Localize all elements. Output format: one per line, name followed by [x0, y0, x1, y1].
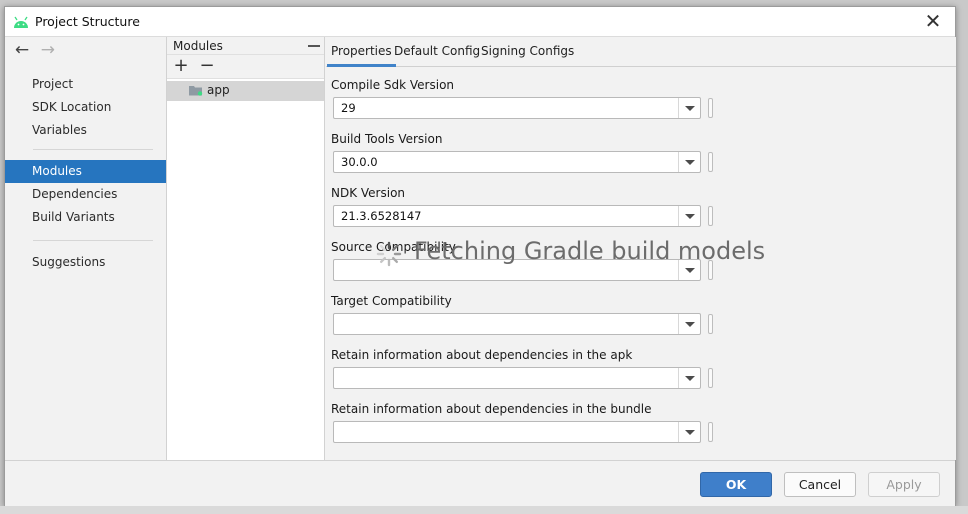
expression-toggle[interactable]: [708, 422, 713, 442]
sidebar-item-variables[interactable]: Variables: [5, 119, 166, 142]
chevron-down-icon[interactable]: [678, 422, 700, 442]
sidebar-item-modules[interactable]: Modules: [5, 160, 166, 183]
retain-bundle-combo[interactable]: [333, 421, 701, 443]
tab-default-config[interactable]: Default Config: [390, 43, 484, 67]
expression-toggle[interactable]: [708, 98, 713, 118]
sidebar: ← → Project SDK Location Variables Modul…: [5, 37, 167, 460]
retain-bundle-label: Retain information about dependencies in…: [331, 402, 652, 416]
dialog-footer: OK Cancel Apply: [5, 460, 955, 507]
chevron-down-icon[interactable]: [678, 368, 700, 388]
background-window-strip: [0, 506, 968, 514]
loading-text: Fetching Gradle build models: [414, 237, 766, 265]
ndk-version-combo[interactable]: 21.3.6528147: [333, 205, 701, 227]
forward-arrow-icon[interactable]: →: [37, 41, 59, 61]
retain-apk-combo[interactable]: [333, 367, 701, 389]
compile-sdk-combo[interactable]: 29: [333, 97, 701, 119]
modules-panel: Modules + − app: [167, 37, 325, 460]
target-compat-label: Target Compatibility: [331, 294, 452, 308]
minimize-icon[interactable]: [308, 45, 320, 47]
modules-title: Modules: [173, 39, 223, 53]
sidebar-item-sdk-location[interactable]: SDK Location: [5, 96, 166, 119]
chevron-down-icon[interactable]: [678, 206, 700, 226]
build-tools-combo[interactable]: 30.0.0: [333, 151, 701, 173]
sidebar-item-suggestions[interactable]: Suggestions: [5, 251, 166, 274]
tab-signing-configs[interactable]: Signing Configs: [477, 43, 578, 67]
module-item-app[interactable]: app: [167, 81, 324, 101]
combo-value: 30.0.0: [341, 155, 378, 169]
combo-value: 29: [341, 101, 356, 115]
add-module-icon[interactable]: +: [171, 57, 191, 77]
back-arrow-icon[interactable]: ←: [11, 41, 33, 61]
ndk-version-label: NDK Version: [331, 186, 406, 200]
apply-button[interactable]: Apply: [868, 472, 940, 497]
module-folder-icon: [189, 86, 203, 96]
retain-apk-label: Retain information about dependencies in…: [331, 348, 633, 362]
module-label: app: [207, 83, 230, 97]
project-structure-dialog: Project Structure ✕ ← → Project SDK Loca…: [4, 6, 956, 507]
ok-button[interactable]: OK: [700, 472, 772, 497]
sidebar-item-build-variants[interactable]: Build Variants: [5, 206, 166, 229]
sidebar-divider: [33, 240, 153, 241]
sidebar-divider: [33, 149, 153, 150]
expression-toggle[interactable]: [708, 368, 713, 388]
title-bar: Project Structure ✕: [5, 7, 955, 37]
spinner-icon: [376, 241, 402, 267]
android-icon: [14, 16, 28, 28]
build-tools-label: Build Tools Version: [331, 132, 443, 146]
window-title: Project Structure: [35, 14, 140, 29]
chevron-down-icon[interactable]: [678, 152, 700, 172]
expression-toggle[interactable]: [708, 152, 713, 172]
tab-bar: Properties Default Config Signing Config…: [326, 37, 956, 67]
expression-toggle[interactable]: [708, 314, 713, 334]
chevron-down-icon[interactable]: [678, 314, 700, 334]
target-compat-combo[interactable]: [333, 313, 701, 335]
remove-module-icon[interactable]: −: [197, 57, 217, 77]
combo-value: 21.3.6528147: [341, 209, 422, 223]
sidebar-item-dependencies[interactable]: Dependencies: [5, 183, 166, 206]
properties-panel: Properties Default Config Signing Config…: [326, 37, 956, 460]
sidebar-item-project[interactable]: Project: [5, 73, 166, 96]
history-nav: ← →: [11, 41, 59, 61]
tab-properties[interactable]: Properties: [327, 43, 396, 67]
cancel-button[interactable]: Cancel: [784, 472, 856, 497]
modules-toolbar: + −: [167, 55, 324, 79]
close-icon[interactable]: ✕: [923, 11, 943, 33]
expression-toggle[interactable]: [708, 206, 713, 226]
compile-sdk-label: Compile Sdk Version: [331, 78, 455, 92]
modules-header: Modules: [167, 37, 324, 55]
chevron-down-icon[interactable]: [678, 98, 700, 118]
